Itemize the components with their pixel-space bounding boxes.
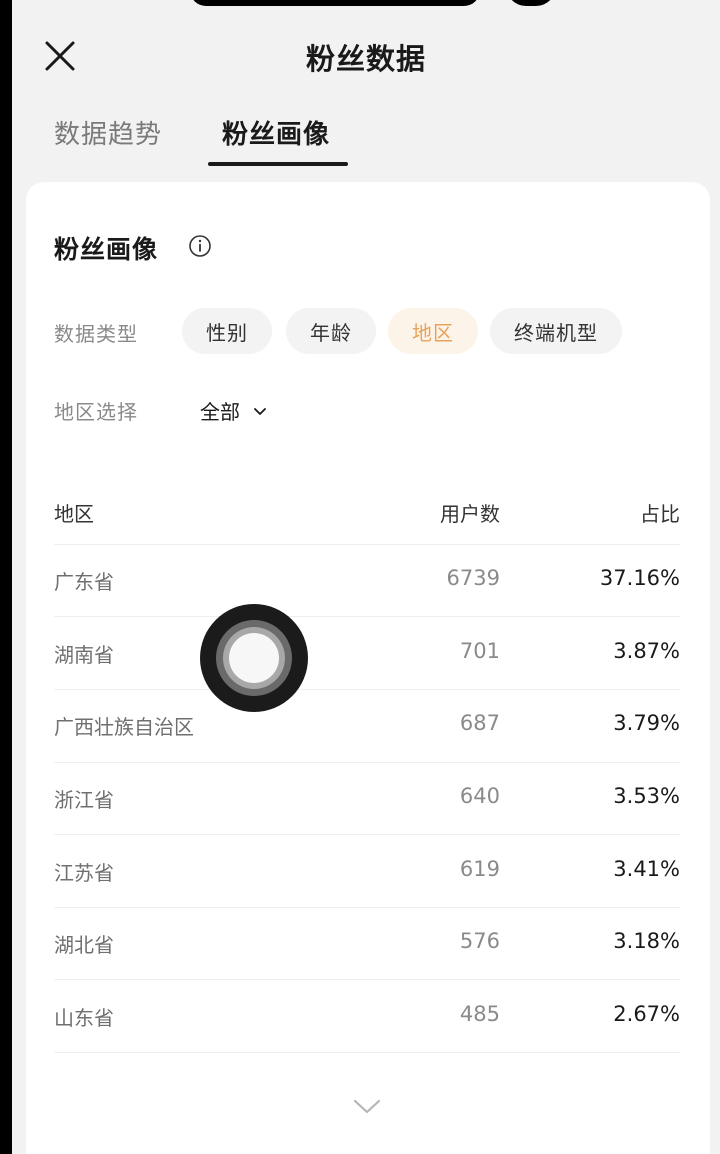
row-divider <box>54 1052 680 1053</box>
cell-percentage: 3.87% <box>613 639 680 663</box>
table-row: 湖北省 576 3.18% <box>54 909 680 981</box>
row-divider <box>54 834 680 835</box>
cell-region: 浙江省 <box>54 788 114 812</box>
touch-core <box>229 633 279 683</box>
cell-region: 广西壮族自治区 <box>54 715 194 739</box>
cell-percentage: 3.79% <box>613 711 680 735</box>
row-divider <box>54 907 680 908</box>
column-header-region: 地区 <box>54 502 94 526</box>
header: 粉丝数据 <box>12 0 720 110</box>
row-divider <box>54 616 680 617</box>
chevron-down-icon <box>254 407 266 415</box>
touch-ring-inner <box>223 627 285 689</box>
active-tab-indicator <box>208 162 348 166</box>
cell-users: 576 <box>459 929 500 953</box>
cell-percentage: 3.18% <box>613 929 680 953</box>
fan-profile-card: 粉丝画像 数据类型 性别 年龄 地区 终端机型 地区选择 全部 地区 用户数 占… <box>26 182 710 1154</box>
region-select-label: 地区选择 <box>54 400 138 424</box>
touch-indicator <box>200 604 308 712</box>
row-divider <box>54 689 680 690</box>
table-row: 江苏省 619 3.41% <box>54 837 680 909</box>
cell-users: 687 <box>459 711 500 735</box>
cell-users: 485 <box>459 1002 500 1026</box>
region-select-dropdown[interactable]: 全部 <box>200 396 268 425</box>
cell-region: 湖北省 <box>54 933 114 957</box>
tab-data-trend[interactable]: 数据趋势 <box>54 114 162 151</box>
column-header-users: 用户数 <box>440 502 500 526</box>
row-divider <box>54 544 680 545</box>
cell-region: 山东省 <box>54 1006 114 1030</box>
table-row: 广东省 6739 37.16% <box>54 546 680 618</box>
cell-percentage: 3.41% <box>613 857 680 881</box>
cell-users: 701 <box>459 639 500 663</box>
table-row: 湖南省 701 3.87% <box>54 619 680 691</box>
table-row: 浙江省 640 3.53% <box>54 764 680 836</box>
touch-ring-outer <box>216 620 292 696</box>
chevron-down-icon[interactable] <box>352 1096 382 1116</box>
cell-region: 广东省 <box>54 570 114 594</box>
column-header-percentage: 占比 <box>640 502 680 526</box>
tab-fan-profile[interactable]: 粉丝画像 <box>222 114 330 151</box>
page-title: 粉丝数据 <box>305 42 426 76</box>
chip-age[interactable]: 年龄 <box>286 308 376 354</box>
tab-bar: 数据趋势 粉丝画像 <box>12 108 720 168</box>
cell-percentage: 37.16% <box>599 566 680 590</box>
chip-gender[interactable]: 性别 <box>182 308 272 354</box>
cell-region: 湖南省 <box>54 643 114 667</box>
chip-region[interactable]: 地区 <box>388 308 478 354</box>
chip-device-model[interactable]: 终端机型 <box>490 308 622 354</box>
row-divider <box>54 762 680 763</box>
cell-percentage: 2.67% <box>613 1002 680 1026</box>
cell-users: 640 <box>459 784 500 808</box>
cell-users: 619 <box>459 857 500 881</box>
table-row: 山东省 485 2.67% <box>54 982 680 1054</box>
app-screen: 粉丝数据 数据趋势 粉丝画像 粉丝画像 数据类型 性别 年龄 地区 终端机型 地… <box>12 0 720 1154</box>
cell-percentage: 3.53% <box>613 784 680 808</box>
data-type-label: 数据类型 <box>54 322 138 346</box>
row-divider <box>54 979 680 980</box>
info-icon[interactable] <box>188 234 212 258</box>
region-select-value: 全部 <box>200 400 240 424</box>
cell-users: 6739 <box>446 566 500 590</box>
table-header: 地区 用户数 占比 <box>54 498 680 534</box>
cell-region: 江苏省 <box>54 861 114 885</box>
card-title: 粉丝画像 <box>54 235 159 264</box>
table-row: 广西壮族自治区 687 3.79% <box>54 691 680 763</box>
